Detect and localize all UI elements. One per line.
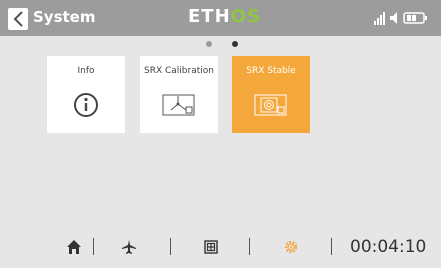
tile-label: Info: [77, 66, 95, 76]
widgets-icon[interactable]: [203, 239, 219, 255]
timer-display: 00:04:10: [350, 237, 427, 257]
separator: [331, 238, 332, 255]
speaker-icon: [390, 12, 397, 24]
airplane-icon[interactable]: [121, 239, 137, 255]
calibration-icon: [162, 94, 195, 116]
logo-right: OS: [230, 6, 261, 27]
screen: System ETHOS Info SRX Calibration SRX St…: [0, 0, 441, 268]
home-icon[interactable]: [66, 239, 82, 255]
stable-icon: [254, 94, 287, 116]
tile-label: SRX Calibration: [144, 66, 214, 76]
signal-icon: [374, 12, 385, 25]
page-dot-1[interactable]: [206, 41, 212, 47]
status-icons: [374, 10, 434, 26]
back-icon: [13, 11, 23, 27]
separator: [249, 238, 250, 255]
page-title: System: [33, 8, 96, 26]
tile-srx-calibration[interactable]: SRX Calibration: [140, 56, 218, 133]
separator: [93, 238, 94, 255]
brand-logo: ETHOS: [188, 6, 261, 30]
header-bar: System ETHOS: [0, 0, 441, 36]
tile-info[interactable]: Info: [47, 56, 125, 133]
logo-left: ETH: [188, 6, 231, 27]
info-icon: [74, 93, 98, 117]
battery-icon: [403, 12, 427, 24]
bottom-bar: 00:04:10: [0, 228, 441, 268]
back-button[interactable]: [8, 8, 28, 30]
tile-srx-stable[interactable]: SRX Stable: [232, 56, 310, 133]
tile-label: SRX Stable: [246, 66, 296, 76]
separator: [170, 238, 171, 255]
page-dot-2[interactable]: [232, 41, 238, 47]
page-indicator: [206, 41, 246, 49]
settings-gear-icon[interactable]: [283, 239, 299, 255]
